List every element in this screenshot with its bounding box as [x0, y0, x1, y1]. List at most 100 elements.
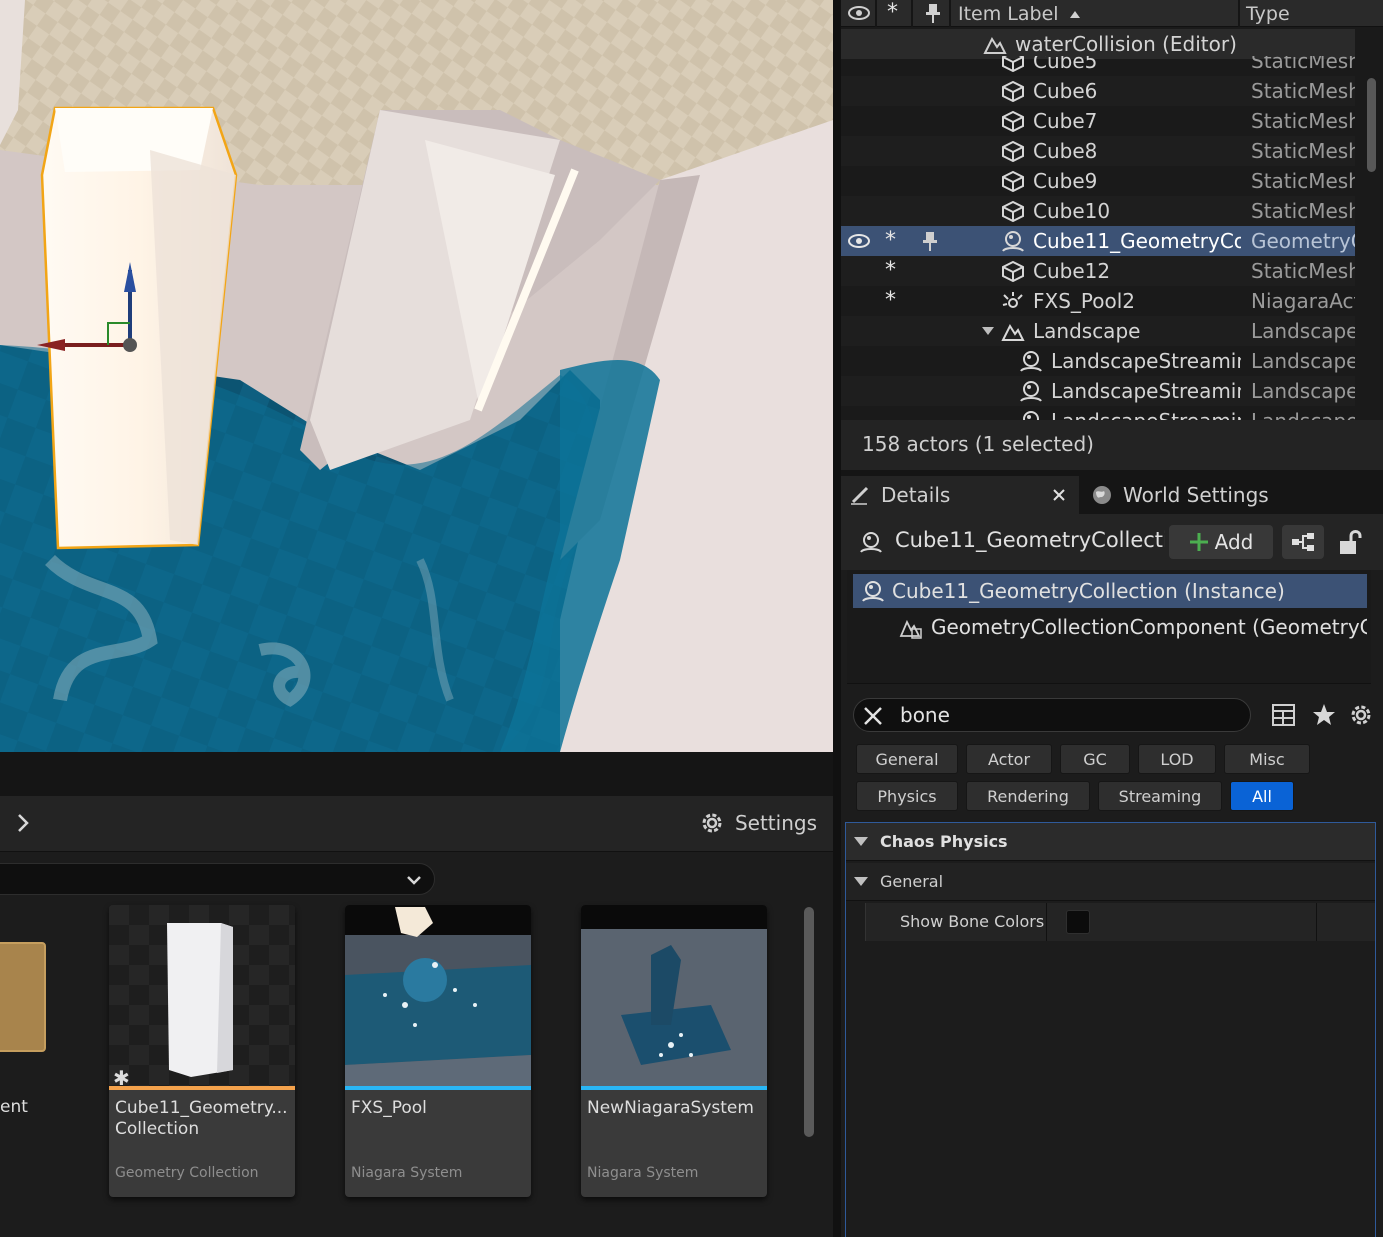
- chevron-down-icon: [407, 876, 421, 885]
- asset-thumbnail: [345, 905, 531, 1088]
- editor-only-star-icon[interactable]: *: [885, 260, 905, 282]
- outliner-row-label: Cube12: [1033, 259, 1111, 283]
- expand-arrow-icon: [854, 837, 868, 846]
- editor-only-star-icon[interactable]: *: [885, 230, 905, 252]
- outliner-row[interactable]: * Cube12 StaticMeshActor: [841, 256, 1355, 286]
- outliner-row-label: FXS_Pool2: [1033, 289, 1136, 313]
- search-input[interactable]: [900, 701, 1230, 729]
- outliner-row-label: Cube9: [1033, 169, 1098, 193]
- pin-icon[interactable]: [921, 230, 939, 252]
- globe-icon: [1093, 486, 1111, 504]
- filter-button-gc[interactable]: GC: [1060, 744, 1130, 774]
- viewport-scene[interactable]: [0, 0, 833, 752]
- filter-button-misc[interactable]: Misc: [1224, 744, 1310, 774]
- clear-search-icon[interactable]: [862, 705, 884, 727]
- editor-only-star-icon[interactable]: *: [885, 290, 905, 312]
- pin-icon[interactable]: [925, 2, 941, 24]
- content-browser-scrollbar[interactable]: [804, 907, 814, 1137]
- filter-button-physics[interactable]: Physics: [856, 781, 958, 811]
- outliner-row[interactable]: Cube7 StaticMeshActor: [841, 106, 1355, 136]
- chevron-right-icon[interactable]: [10, 810, 36, 836]
- outliner-row-label: Cube11_GeometryCollection: [1033, 229, 1241, 253]
- content-browser: Settings ent ✱ Cube11_Geometry... Collec…: [0, 752, 835, 1237]
- outliner-row-type: StaticMeshActor: [1251, 199, 1355, 223]
- settings-button[interactable]: Settings: [699, 808, 817, 838]
- outliner-row[interactable]: * Cube11_GeometryCollection GeometryCollec…: [841, 226, 1355, 256]
- outliner-row[interactable]: LandscapeStreamingProxy LandscapeStreamin…: [841, 346, 1355, 376]
- asset-name: Cube11_Geometry... Collection: [115, 1098, 288, 1139]
- tab-details[interactable]: Details: [841, 476, 1079, 514]
- static-mesh-cube-icon: [1002, 260, 1024, 282]
- geometry-collection-icon: [899, 619, 922, 639]
- outliner-folder-row[interactable]: waterCollision (Editor): [841, 29, 1355, 59]
- table-view-icon[interactable]: [1271, 702, 1297, 728]
- asset-tile-fxs-pool[interactable]: FXS_Pool Niagara System: [345, 905, 531, 1197]
- add-component-button[interactable]: Add: [1169, 525, 1273, 559]
- outliner-row-type: LandscapeStreamingProxy: [1251, 349, 1355, 373]
- visibility-eye-icon[interactable]: [847, 4, 871, 22]
- blueprint-button[interactable]: [1282, 525, 1324, 559]
- column-type[interactable]: Type: [1246, 0, 1290, 27]
- outliner-row[interactable]: Cube6 StaticMeshActor: [841, 76, 1355, 106]
- chevron-down-icon[interactable]: [981, 326, 995, 336]
- outliner-row-type: StaticMeshActor: [1251, 139, 1355, 163]
- outliner-row-label: LandscapeStreamingProxy: [1051, 406, 1241, 420]
- outliner-row[interactable]: LandscapeStreamingProxy LandscapeStreamin…: [841, 376, 1355, 406]
- outliner-row-type: StaticMeshActor: [1251, 169, 1355, 193]
- filter-button-streaming[interactable]: Streaming: [1098, 781, 1222, 811]
- filter-button-general[interactable]: General: [856, 744, 958, 774]
- outliner-row[interactable]: * FXS_Pool2 NiagaraActor: [841, 286, 1355, 316]
- selected-actor-name[interactable]: Cube11_GeometryCollection: [895, 528, 1165, 552]
- favorites-star-icon[interactable]: [1311, 702, 1337, 728]
- filter-button-lod[interactable]: LOD: [1138, 744, 1216, 774]
- outliner-row-label: Cube8: [1033, 139, 1098, 163]
- visibility-eye-icon[interactable]: [847, 232, 871, 250]
- column-item-label-text: Item Label: [958, 2, 1059, 25]
- close-icon[interactable]: [1053, 489, 1065, 501]
- column-item-label[interactable]: Item Label: [958, 0, 1081, 27]
- tab-world-settings-label: World Settings: [1123, 483, 1269, 507]
- outliner-row-type: StaticMeshActor: [1251, 79, 1355, 103]
- outliner-row[interactable]: Cube10 StaticMeshActor: [841, 196, 1355, 226]
- filter-button-rendering[interactable]: Rendering: [966, 781, 1090, 811]
- filter-button-all[interactable]: All: [1230, 781, 1294, 811]
- static-mesh-cube-icon: [1002, 80, 1024, 102]
- component-row-instance[interactable]: Cube11_GeometryCollection (Instance): [853, 574, 1367, 608]
- category-general[interactable]: General: [846, 863, 1375, 901]
- niagara-emitter-icon: [1002, 292, 1023, 308]
- asset-type: Niagara System: [351, 1165, 463, 1181]
- outliner-scrollbar[interactable]: [1367, 78, 1376, 172]
- editor-only-star-icon[interactable]: *: [887, 0, 898, 25]
- component-row-geometry-collection[interactable]: GeometryCollectionComponent (GeometryCol…: [853, 610, 1367, 644]
- static-mesh-cube-icon: [1002, 170, 1024, 192]
- category-label: General: [880, 872, 944, 891]
- static-mesh-cube-icon: [1002, 200, 1024, 222]
- folder-thumbnail[interactable]: [0, 942, 46, 1052]
- unlock-icon[interactable]: [1337, 528, 1363, 556]
- asset-thumbnail: [581, 905, 767, 1088]
- details-search[interactable]: [853, 698, 1251, 732]
- show-bone-colors-checkbox[interactable]: [1066, 910, 1090, 934]
- asset-tile-new-niagara-system[interactable]: NewNiagaraSystem Niagara System: [581, 905, 767, 1197]
- outliner-row[interactable]: Landscape Landscape: [841, 316, 1355, 346]
- asset-thumbnail: ✱: [109, 905, 295, 1088]
- path-dropdown[interactable]: [0, 863, 435, 895]
- level-viewport[interactable]: [0, 0, 833, 752]
- asset-tile-geometry-collection[interactable]: ✱ Cube11_Geometry... Collection Geometry…: [109, 905, 295, 1197]
- category-chaos-physics[interactable]: Chaos Physics: [846, 823, 1375, 861]
- filter-button-actor[interactable]: Actor: [966, 744, 1052, 774]
- outliner-row[interactable]: Cube8 StaticMeshActor: [841, 136, 1355, 166]
- component-tree: Cube11_GeometryCollection (Instance) Geo…: [847, 570, 1371, 684]
- details-panel: Details World Settings Cube11_GeometryCo…: [841, 476, 1383, 1237]
- gear-icon[interactable]: [1348, 702, 1374, 728]
- actor-icon: [1023, 411, 1039, 420]
- outliner-row[interactable]: LandscapeStreamingProxy LandscapeStreamin…: [841, 406, 1355, 420]
- panel-splitter[interactable]: [833, 0, 841, 1237]
- tab-world-settings[interactable]: World Settings: [1091, 476, 1269, 514]
- outliner-row-type: Landscape: [1251, 319, 1355, 343]
- details-tabbar: Details World Settings: [841, 476, 1383, 514]
- actor-icon: [1020, 381, 1042, 402]
- actor-icon: [1002, 231, 1024, 252]
- outliner-row[interactable]: Cube9 StaticMeshActor: [841, 166, 1355, 196]
- column-type-text: Type: [1246, 2, 1290, 25]
